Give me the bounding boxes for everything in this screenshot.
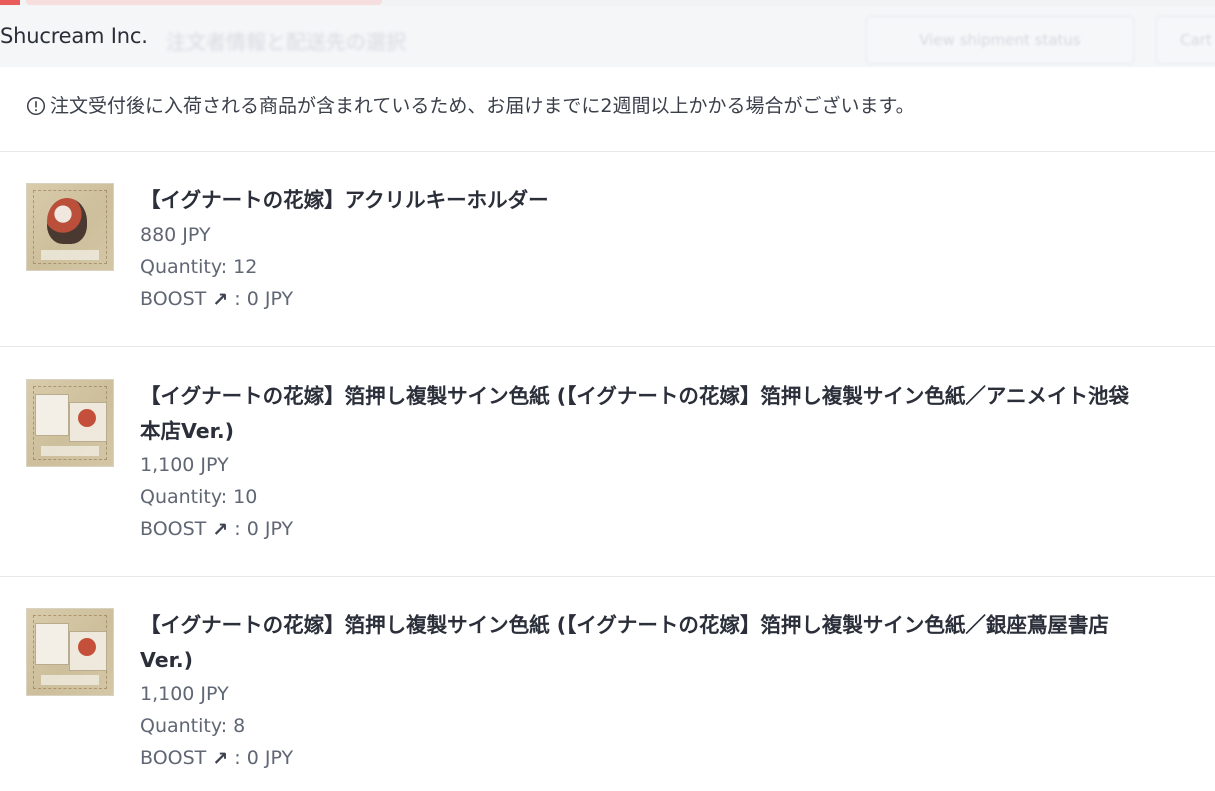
product-thumbnail[interactable] bbox=[26, 608, 114, 696]
info-circle-icon bbox=[26, 96, 46, 115]
shipping-notice-text: 注文受付後に入荷される商品が含まれているため、お届けまでに2週間以上かかる場合が… bbox=[50, 95, 915, 117]
page-title-faded: 注文者情報と配送先の選択 bbox=[166, 30, 406, 54]
product-title[interactable]: 【イグナートの花嫁】アクリルキーホルダー bbox=[140, 183, 1215, 218]
arrow-up-right-icon: ↗ bbox=[212, 748, 229, 770]
arrow-up-right-icon: ↗ bbox=[212, 519, 229, 541]
shipping-notice: 注文受付後に入荷される商品が含まれているため、お届けまでに2週間以上かかる場合が… bbox=[26, 91, 915, 118]
boost-value: : 0 JPY bbox=[234, 288, 294, 310]
boost-value: : 0 JPY bbox=[234, 518, 294, 540]
boost-value: : 0 JPY bbox=[234, 747, 294, 769]
product-price: 1,100 JPY bbox=[140, 454, 229, 476]
cart-button[interactable]: Cart bbox=[1156, 16, 1215, 64]
arrow-up-right-icon: ↗ bbox=[212, 289, 229, 311]
boost-amount: BOOST ↗ : 0 JPY bbox=[140, 742, 293, 774]
product-quantity: Quantity: 10 bbox=[140, 486, 258, 508]
product-price: 880 JPY bbox=[140, 224, 211, 246]
boost-label: BOOST bbox=[140, 747, 207, 769]
boost-label: BOOST bbox=[140, 518, 207, 540]
page-header: Shucream Inc. 注文者情報と配送先の選択 View shipment… bbox=[0, 6, 1215, 67]
boost-label: BOOST bbox=[140, 288, 207, 310]
divider bbox=[0, 576, 1215, 577]
product-title-line-2[interactable]: 本店Ver.) bbox=[140, 414, 1215, 449]
product-quantity: Quantity: 8 bbox=[140, 715, 246, 737]
product-thumbnail[interactable] bbox=[26, 379, 114, 467]
product-price: 1,100 JPY bbox=[140, 683, 229, 705]
shop-name[interactable]: Shucream Inc. bbox=[0, 24, 148, 48]
brand-mark bbox=[0, 0, 20, 5]
divider bbox=[0, 346, 1215, 347]
product-title-line-1[interactable]: 【イグナートの花嫁】箔押し複製サイン色紙 (【イグナートの花嫁】箔押し複製サイン… bbox=[140, 608, 1215, 643]
product-title-line-2[interactable]: Ver.) bbox=[140, 643, 1215, 678]
product-quantity: Quantity: 12 bbox=[140, 256, 258, 278]
product-thumbnail[interactable] bbox=[26, 183, 114, 271]
shipment-status-button[interactable]: View shipment status bbox=[866, 16, 1134, 64]
product-title-line-1[interactable]: 【イグナートの花嫁】箔押し複製サイン色紙 (【イグナートの花嫁】箔押し複製サイン… bbox=[140, 379, 1215, 414]
boost-amount: BOOST ↗ : 0 JPY bbox=[140, 283, 293, 315]
step-indicator-bar bbox=[26, 0, 382, 5]
boost-amount: BOOST ↗ : 0 JPY bbox=[140, 513, 293, 545]
divider bbox=[0, 151, 1215, 152]
